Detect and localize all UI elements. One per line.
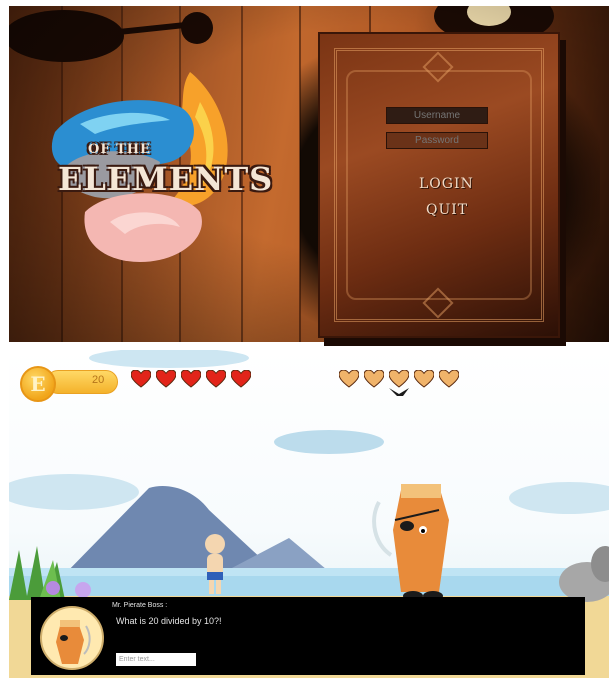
answer-input[interactable] [116, 653, 196, 666]
energy-coin-icon: E [20, 366, 56, 402]
enemy-heart-icon [339, 370, 359, 388]
player-heart-icon [131, 370, 151, 388]
password-field[interactable] [386, 132, 488, 149]
energy-value: 20 [92, 374, 105, 386]
logo-title-line2: ELEMENTS [58, 160, 274, 198]
enemy-heart-icon [389, 370, 409, 388]
enemy-heart-icon [364, 370, 384, 388]
enemy-heart-icon [414, 370, 434, 388]
question-text: What is 20 divided by 10?! [116, 616, 222, 626]
player-heart-icon [231, 370, 251, 388]
player-heart-icon [156, 370, 176, 388]
player-heart-icon [181, 370, 201, 388]
login-button[interactable]: LOGIN [419, 176, 474, 192]
boss-portrait-avatar [40, 606, 104, 670]
player-heart-icon [206, 370, 226, 388]
speaker-name: Mr. Pierate Boss : [112, 602, 168, 609]
username-field[interactable] [386, 107, 488, 124]
logo-title-line1: OF THE [88, 142, 151, 157]
enemy-heart-icon [439, 370, 459, 388]
quit-button[interactable]: QUIT [426, 202, 468, 218]
energy-bar [46, 370, 118, 394]
